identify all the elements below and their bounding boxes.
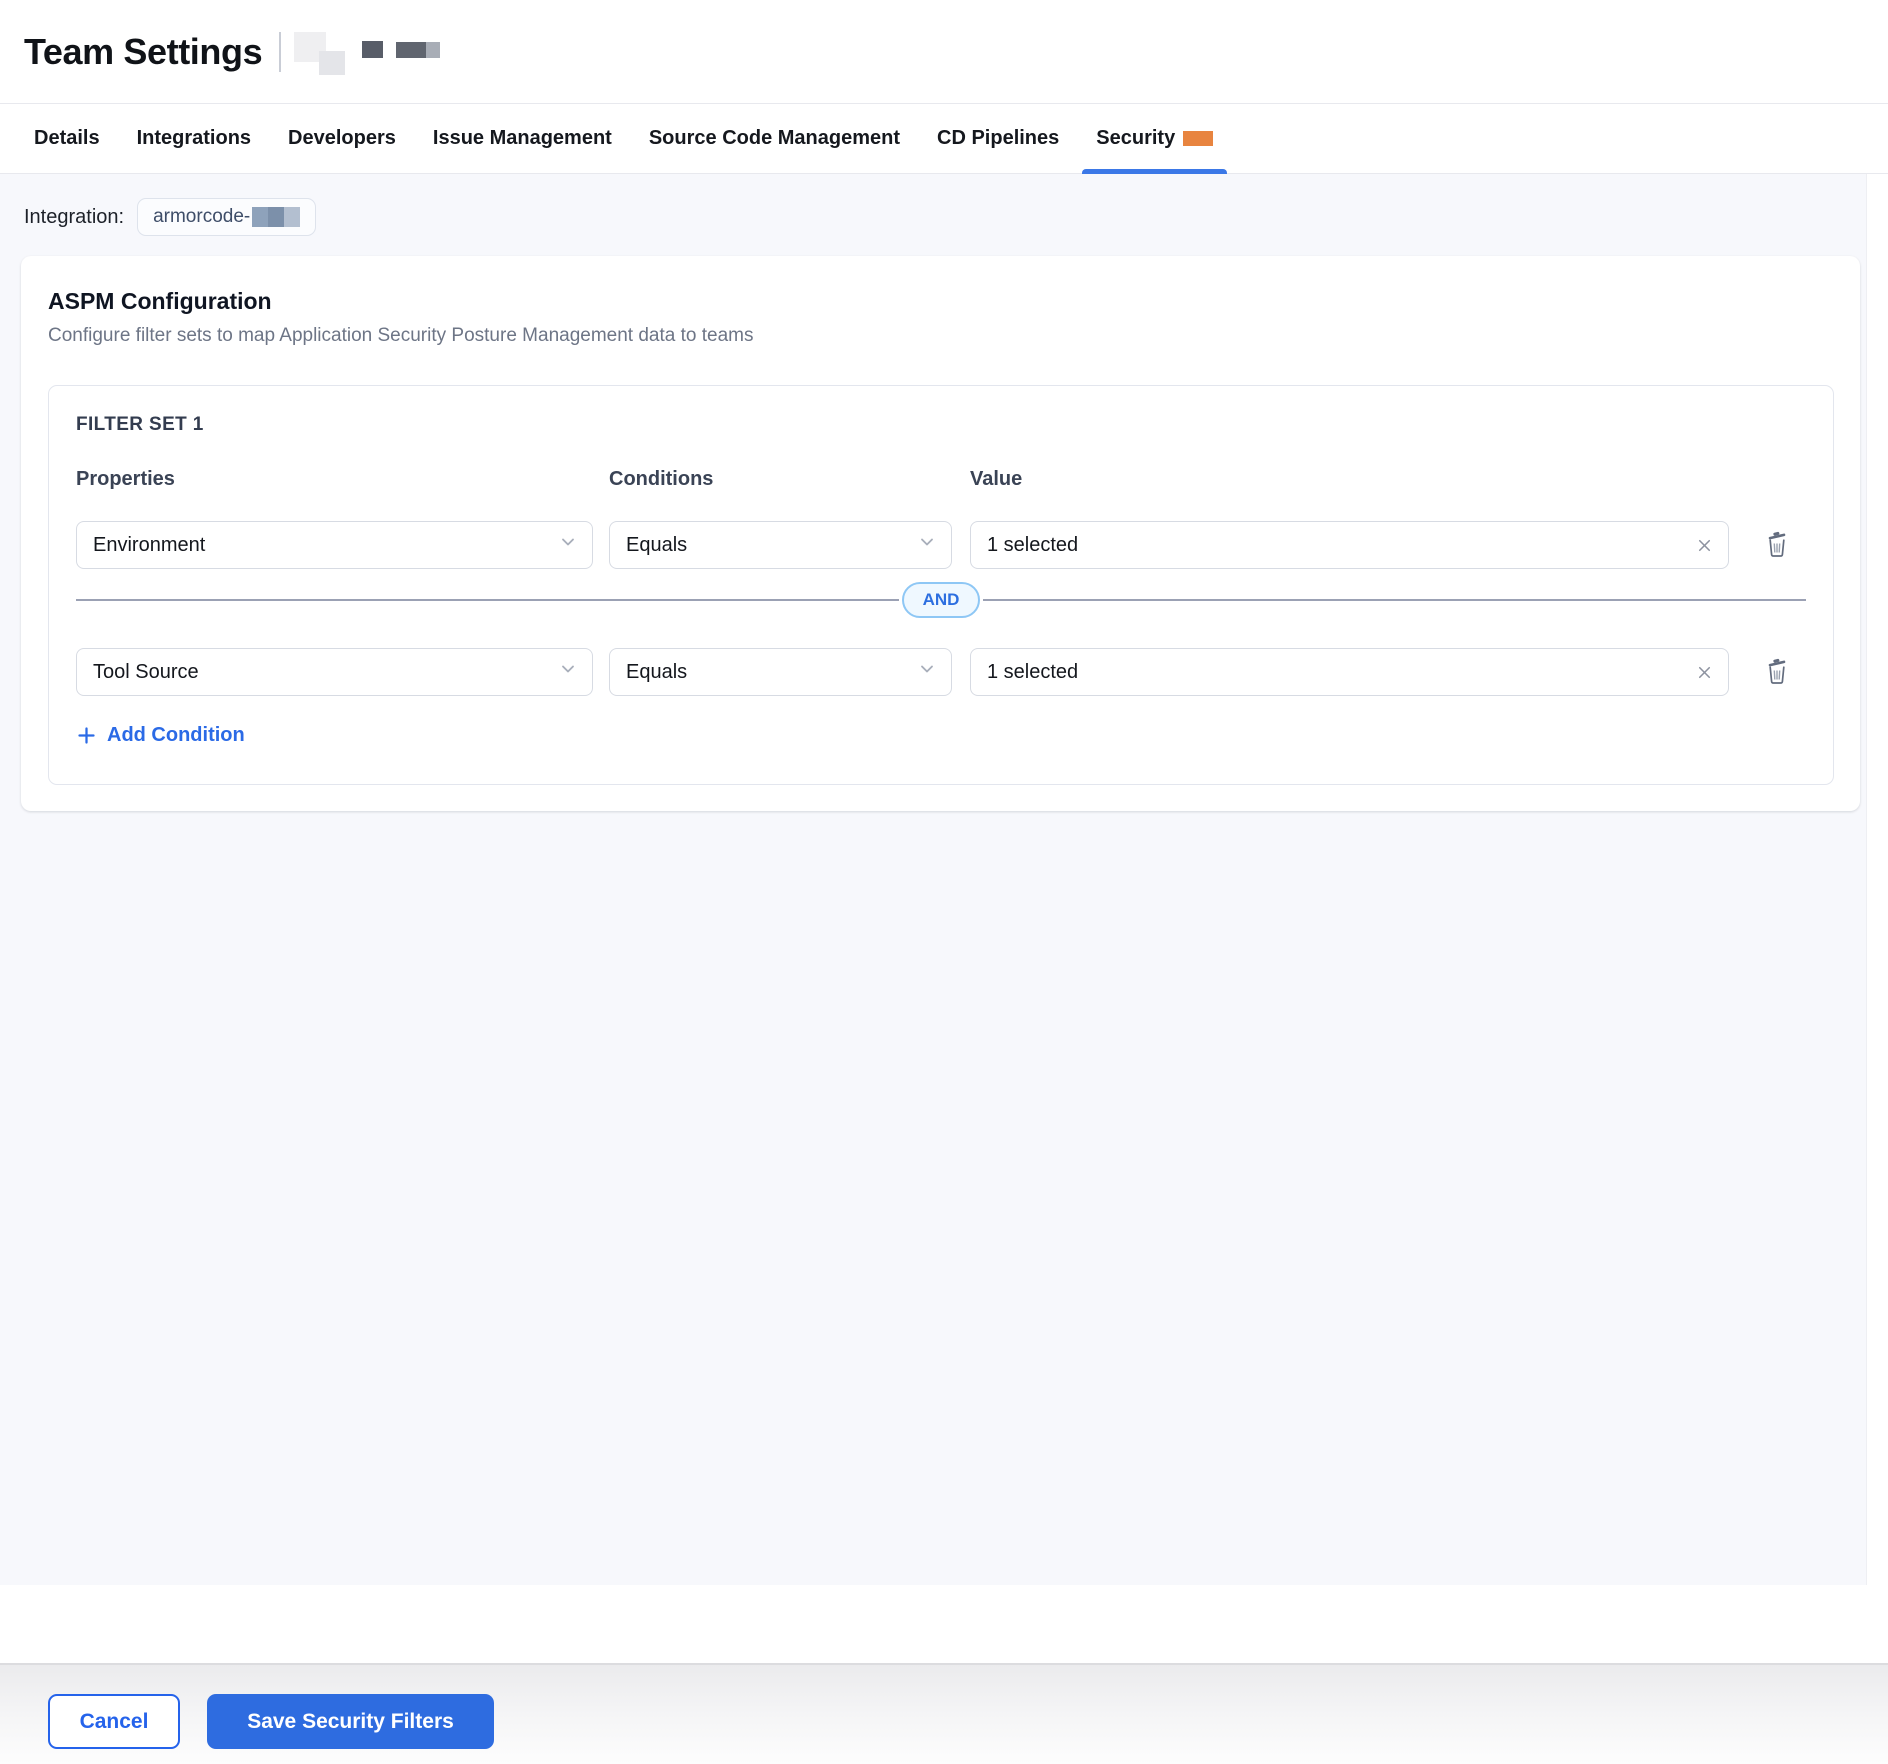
save-security-filters-button[interactable]: Save Security Filters xyxy=(207,1694,494,1749)
chevron-down-icon xyxy=(558,532,578,558)
trash-icon xyxy=(1765,530,1789,560)
trash-icon xyxy=(1765,657,1789,687)
integration-label: Integration: xyxy=(24,206,124,229)
page-title: Team Settings xyxy=(24,31,262,73)
filter-set-card: FILTER SET 1 Properties Conditions Value… xyxy=(48,385,1834,785)
integration-chip: armorcode- xyxy=(137,198,316,236)
tab-label: Integrations xyxy=(137,127,251,150)
integration-chip-text: armorcode- xyxy=(153,206,250,228)
tab-source-code-management[interactable]: Source Code Management xyxy=(649,104,900,173)
chevron-down-icon xyxy=(558,659,578,685)
aspm-configuration-card: ASPM Configuration Configure filter sets… xyxy=(21,256,1860,811)
divider-line xyxy=(76,599,899,601)
delete-condition-button[interactable] xyxy=(1757,525,1797,565)
property-select-value: Tool Source xyxy=(93,661,558,684)
add-condition-label: Add Condition xyxy=(107,722,245,748)
condition-select-value: Equals xyxy=(626,534,917,557)
tab-issue-management[interactable]: Issue Management xyxy=(433,104,612,173)
page-header: Team Settings xyxy=(0,0,1888,103)
divider-line xyxy=(983,599,1806,601)
redacted-block xyxy=(252,207,268,227)
tab-label: Security xyxy=(1096,127,1175,150)
redacted-integration-name xyxy=(252,207,300,227)
property-select[interactable]: Tool Source xyxy=(76,648,593,696)
properties-column-header: Properties xyxy=(76,467,593,491)
redacted-block xyxy=(396,42,426,58)
chevron-down-icon xyxy=(917,532,937,558)
and-operator-divider: AND xyxy=(76,582,1806,618)
redacted-block xyxy=(362,41,383,58)
tab-label: Details xyxy=(34,127,100,150)
scrollbar-gutter xyxy=(1866,174,1888,1585)
tab-security-active[interactable]: Security xyxy=(1096,104,1213,173)
condition-select[interactable]: Equals xyxy=(609,648,952,696)
delete-condition-button[interactable] xyxy=(1757,652,1797,692)
redacted-block xyxy=(426,42,440,58)
property-select[interactable]: Environment xyxy=(76,521,593,569)
value-multiselect[interactable]: 1 selected xyxy=(970,648,1729,696)
redacted-block xyxy=(319,51,345,75)
redacted-team-name xyxy=(294,22,440,82)
tab-label: Source Code Management xyxy=(649,127,900,150)
tab-label: CD Pipelines xyxy=(937,127,1059,150)
property-select-value: Environment xyxy=(93,534,558,557)
redacted-block xyxy=(284,207,300,227)
tab-details[interactable]: Details xyxy=(34,104,100,173)
title-separator xyxy=(279,32,281,72)
condition-select[interactable]: Equals xyxy=(609,521,952,569)
filter-column-headers: Properties Conditions Value xyxy=(76,467,1806,491)
condition-select-value: Equals xyxy=(626,661,917,684)
clear-x-icon[interactable] xyxy=(1695,536,1714,555)
clear-x-icon[interactable] xyxy=(1695,663,1714,682)
filter-condition-row: Tool Source Equals 1 selected xyxy=(76,648,1806,696)
tab-label: Developers xyxy=(288,127,396,150)
redacted-orange-badge xyxy=(1183,131,1213,146)
tab-developers[interactable]: Developers xyxy=(288,104,396,173)
value-selected-count: 1 selected xyxy=(987,534,1695,557)
value-column-header: Value xyxy=(970,467,1806,491)
integration-row: Integration: armorcode- xyxy=(24,198,316,236)
value-selected-count: 1 selected xyxy=(987,661,1695,684)
filter-set-title: FILTER SET 1 xyxy=(76,414,1806,436)
tab-integrations[interactable]: Integrations xyxy=(137,104,251,173)
redacted-block xyxy=(268,207,284,227)
action-footer: Cancel Save Security Filters xyxy=(0,1663,1888,1764)
aspm-title: ASPM Configuration xyxy=(48,287,1834,315)
security-tab-content: Integration: armorcode- ASPM Configurati… xyxy=(0,174,1888,1585)
filter-condition-row: Environment Equals 1 selected xyxy=(76,521,1806,569)
team-settings-tabs: Details Integrations Developers Issue Ma… xyxy=(0,103,1888,174)
aspm-subtitle: Configure filter sets to map Application… xyxy=(48,324,1834,348)
value-multiselect[interactable]: 1 selected xyxy=(970,521,1729,569)
chevron-down-icon xyxy=(917,659,937,685)
add-condition-button[interactable]: Add Condition xyxy=(76,722,245,748)
and-operator-pill[interactable]: AND xyxy=(902,582,980,618)
tab-cd-pipelines[interactable]: CD Pipelines xyxy=(937,104,1059,173)
plus-icon xyxy=(76,725,97,746)
tab-label: Issue Management xyxy=(433,127,612,150)
conditions-column-header: Conditions xyxy=(609,467,952,491)
cancel-button[interactable]: Cancel xyxy=(48,1694,180,1749)
